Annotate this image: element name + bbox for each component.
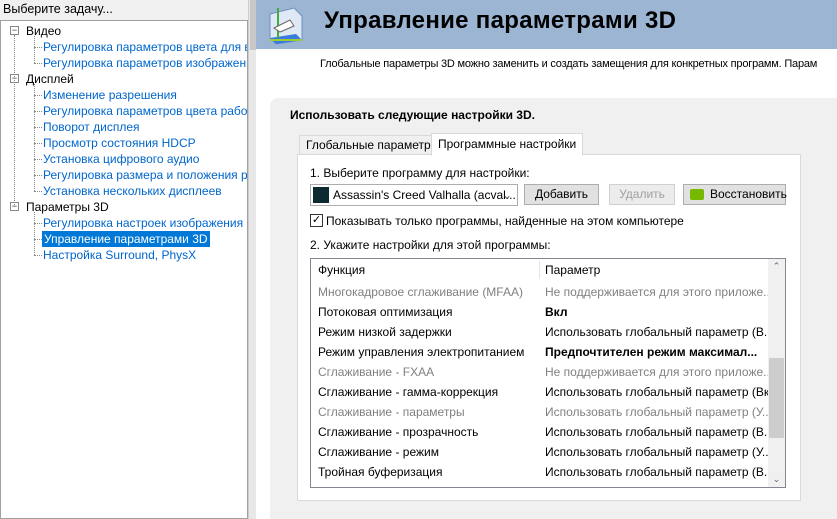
column-header-function[interactable]: Функция [318,259,365,281]
settings-row[interactable]: Потоковая оптимизация Вкл [311,302,769,322]
page-title: Управление параметрами 3D [324,7,677,34]
restore-button-label: Восстановить [710,187,787,201]
restore-button[interactable]: Восстановить [683,184,787,205]
parameter-value[interactable]: Не поддерживается для этого приложе... [545,362,773,382]
page-banner: Управление параметрами 3D [256,0,837,49]
task-sidebar: Выберите задачу... − Видео Регулировка пар… [0,0,250,519]
function-name: Сглаживание - прозрачность [318,425,479,439]
remove-button[interactable]: Удалить [609,184,675,205]
tree-item[interactable]: Регулировка параметров цвета рабочег [43,103,247,119]
settings-row[interactable]: Тройная буферизация Использовать глобальн… [311,462,774,482]
tree-item[interactable]: Установка цифрового аудио [43,151,199,167]
function-name: Режим управления электропитанием [318,345,525,359]
settings-row[interactable]: Сглаживание - режим Использовать глобальн… [311,442,772,462]
tree-item[interactable]: Поворот дисплея [43,119,140,135]
tree-group[interactable]: Параметры 3D [26,199,109,215]
step1-label: 1. Выберите программу для настройки: [310,166,530,180]
step2-label: 2. Укажите настройки для этой программы: [310,238,551,252]
tab-global-settings[interactable]: Глобальные параметры [299,135,447,156]
function-name: Режим низкой задержки [318,325,452,339]
parameter-value[interactable]: Использовать глобальный параметр (У... [545,402,772,422]
tree-group[interactable]: Видео [26,23,61,39]
sidebar-header: Выберите задачу... [3,2,113,16]
parameter-value[interactable]: Использовать глобальный параметр (Вкл) [545,382,780,402]
sidebar-scrollbar[interactable] [248,0,256,519]
show-found-programs-checkbox[interactable]: ✓ [310,214,323,227]
tree-item[interactable]: Регулировка размера и положения рабо [43,167,247,183]
parameter-value[interactable]: Использовать глобальный параметр (В... [545,322,774,342]
function-name: Потоковая оптимизация [318,305,453,319]
settings-row[interactable]: Сглаживание - FXAA Не поддерживается для … [311,362,773,382]
scroll-down-icon[interactable]: ⌄ [768,474,785,485]
program-settings-pane: 1. Выберите программу для настройки: Ass… [297,154,801,501]
checkbox-label: Показывать только программы, найденные н… [326,214,684,228]
parameter-value[interactable]: Не поддерживается для этого приложе... [545,282,773,302]
function-name: Сглаживание - режим [318,445,439,459]
function-name: Сглаживание - FXAA [318,365,435,379]
tab-program-settings[interactable]: Программные настройки [431,133,584,156]
collapse-icon[interactable]: − [10,26,19,35]
game-icon [313,187,329,203]
tree-item[interactable]: Регулировка параметров изображения д [43,55,247,71]
3d-settings-icon [269,7,303,45]
nvidia-icon [690,189,704,200]
tree-item[interactable]: Установка нескольких дисплеев [43,183,222,199]
main-content: Управление параметрами 3D Глобальные пар… [256,0,837,519]
list-scrollbar[interactable]: ⌃ ⌄ [768,259,785,487]
function-name: Сглаживание - гамма-коррекция [318,385,499,399]
parameter-value[interactable]: Использовать глобальный параметр (В... [545,462,774,482]
function-name: Сглаживание - параметры [318,405,465,419]
parameter-value[interactable]: Использовать глобальный параметр (У... [545,442,772,462]
list-header: Функция Параметр [311,259,769,281]
function-name: Тройная буферизация [318,465,443,479]
parameter-value[interactable]: Вкл [545,302,567,322]
tree-item[interactable]: Управление параметрами 3D [42,231,210,247]
settings-row[interactable]: Многокадровое сглаживание (MFAA) Не подде… [311,282,773,302]
scrollbar-thumb[interactable] [769,358,784,438]
column-header-parameter[interactable]: Параметр [545,259,600,281]
tree-item[interactable]: Настройка Surround, PhysX [43,247,196,263]
tree-item[interactable]: Просмотр состояния HDCP [43,135,196,151]
add-button[interactable]: Добавить [524,184,599,205]
settings-panel: Использовать следующие настройки 3D. Гло… [270,98,837,519]
tree-item[interactable]: Регулировка параметров цвета для вид [43,39,247,55]
task-tree[interactable]: − Видео Регулировка параметров цвета для в… [0,20,248,519]
tree-item[interactable]: Регулировка настроек изображения с пр [43,215,247,231]
program-select[interactable]: Assassin's Creed Valhalla (acval... ⌄ [310,184,518,206]
settings-list[interactable]: Функция Параметр Многокадровое сглаживан… [310,258,786,488]
chevron-down-icon: ⌄ [501,188,512,202]
panel-title: Использовать следующие настройки 3D. [290,108,535,122]
program-select-value: Assassin's Creed Valhalla (acval... [333,188,516,202]
scroll-up-icon[interactable]: ⌃ [768,261,785,272]
parameter-value[interactable]: Использовать глобальный параметр (В... [545,422,774,442]
function-name: Многокадровое сглаживание (MFAA) [318,285,523,299]
settings-row[interactable]: Сглаживание - параметры Использовать глоб… [311,402,772,422]
settings-row[interactable]: Сглаживание - гамма-коррекция Использоват… [311,382,780,402]
tree-item[interactable]: Изменение разрешения [43,87,177,103]
page-description: Глобальные параметры 3D можно заменить и… [320,58,818,70]
settings-row[interactable]: Сглаживание - прозрачность Использовать г… [311,422,774,442]
settings-row[interactable]: Режим низкой задержки Использовать глобал… [311,322,774,342]
parameter-value[interactable]: Предпочтителен режим максимал... [545,342,757,362]
settings-row[interactable]: Режим управления электропитанием Предпочт… [311,342,769,362]
